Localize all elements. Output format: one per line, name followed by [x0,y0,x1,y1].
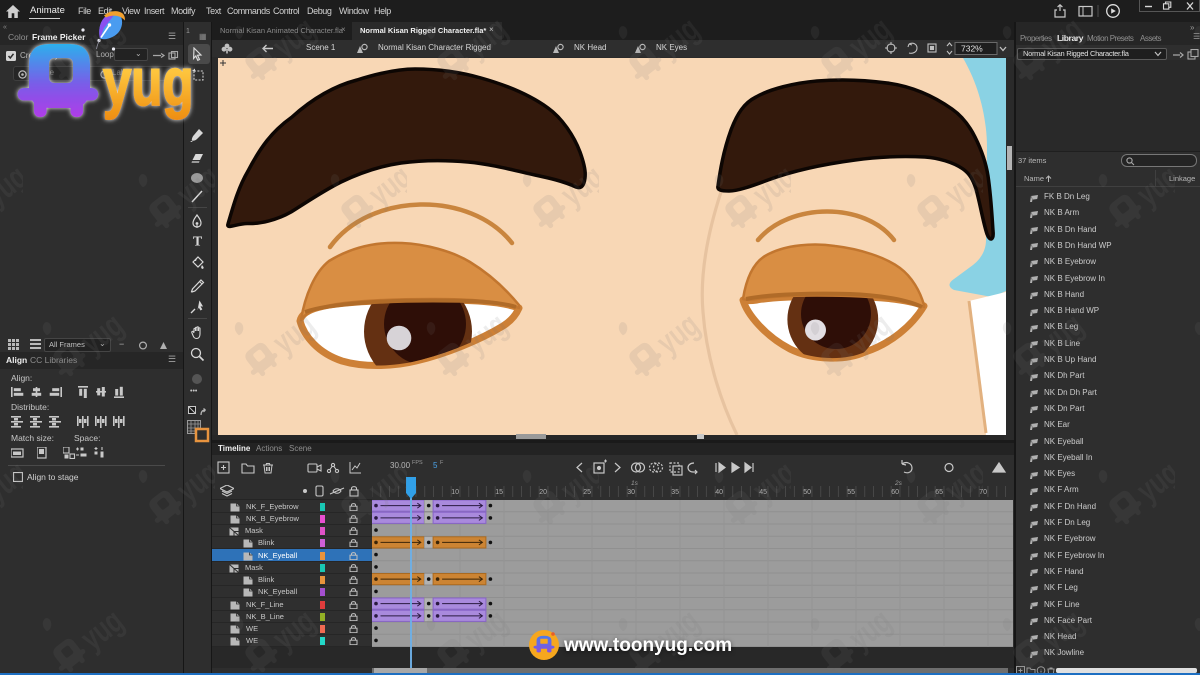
svg-text:1s: 1s [631,480,639,487]
svg-text:T: T [193,235,203,249]
svg-text:10: 10 [451,489,459,496]
svg-text:35: 35 [671,489,679,496]
svg-text:70: 70 [979,489,987,496]
svg-text:15: 15 [495,489,503,496]
svg-text:65: 65 [935,489,943,496]
svg-text:55: 55 [847,489,855,496]
svg-text:732%: 732% [961,44,983,54]
svg-text:www.toonyug.com: www.toonyug.com [563,635,732,656]
svg-text:20: 20 [539,489,547,496]
svg-text:50: 50 [803,489,811,496]
svg-text:60: 60 [891,489,899,496]
svg-text:30: 30 [627,489,635,496]
svg-text:25: 25 [583,489,591,496]
svg-text:40: 40 [715,489,723,496]
svg-text:2s: 2s [894,480,903,487]
svg-text:45: 45 [759,489,767,496]
